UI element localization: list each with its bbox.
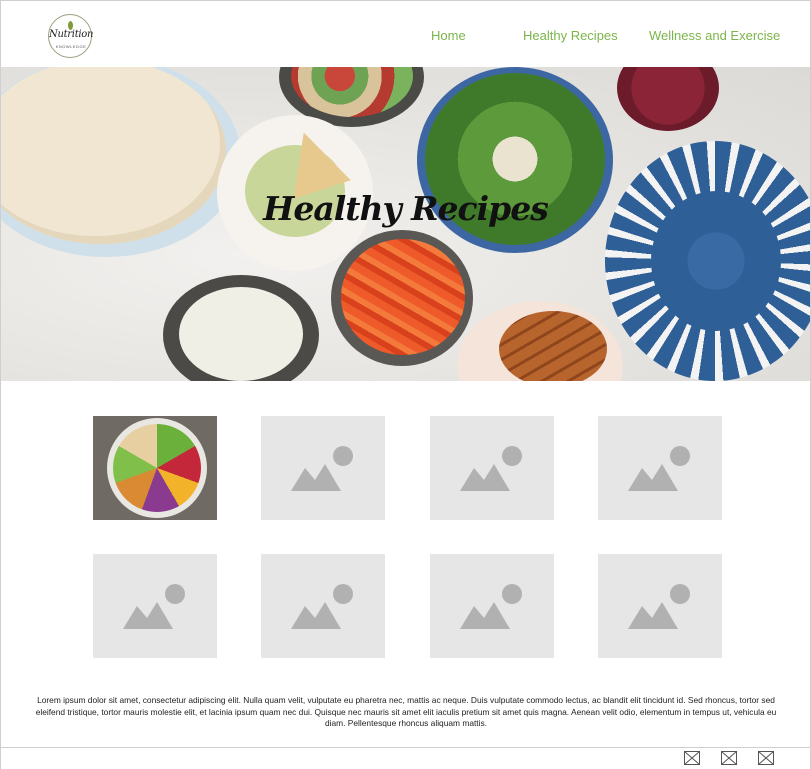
nav-healthy-recipes[interactable]: Healthy Recipes xyxy=(523,28,618,43)
hero-banner: Healthy Recipes xyxy=(1,67,810,381)
image-placeholder-icon xyxy=(291,446,353,491)
recipe-thumbnail-placeholder[interactable] xyxy=(598,554,722,658)
recipe-thumbnail-placeholder[interactable] xyxy=(93,554,217,658)
image-placeholder-icon xyxy=(123,584,185,629)
site-header: Nutrition KNOWLEDGE Home Healthy Recipes… xyxy=(1,1,810,67)
logo-text: Nutrition xyxy=(49,29,94,40)
image-placeholder-icon xyxy=(460,584,522,629)
nav-home[interactable]: Home xyxy=(431,28,466,43)
recipe-thumbnail-placeholder[interactable] xyxy=(430,416,554,520)
placeholder-x-icon[interactable] xyxy=(684,751,700,765)
recipe-thumbnail[interactable] xyxy=(93,416,217,520)
placeholder-x-icon[interactable] xyxy=(721,751,737,765)
recipe-thumbnail-placeholder[interactable] xyxy=(261,554,385,658)
carrots xyxy=(341,239,465,355)
recipe-thumbnail-placeholder[interactable] xyxy=(261,416,385,520)
recipe-thumbnail-placeholder[interactable] xyxy=(430,554,554,658)
image-placeholder-icon xyxy=(460,446,522,491)
hero-title: Healthy Recipes xyxy=(263,189,549,228)
logo[interactable]: Nutrition KNOWLEDGE xyxy=(48,14,94,58)
image-placeholder-icon xyxy=(628,446,690,491)
image-placeholder-icon xyxy=(291,584,353,629)
image-placeholder-icon xyxy=(628,584,690,629)
logo-subtext: KNOWLEDGE xyxy=(55,44,87,49)
nav-wellness-and-exercise[interactable]: Wellness and Exercise xyxy=(649,28,780,43)
placeholder-x-icon[interactable] xyxy=(758,751,774,765)
food-bowl-image xyxy=(93,416,217,520)
dip xyxy=(179,287,303,381)
chicken xyxy=(499,311,607,381)
body-text: Lorem ipsum dolor sit amet, consectetur … xyxy=(35,695,777,728)
recipe-thumbnail-placeholder[interactable] xyxy=(598,416,722,520)
page: Nutrition KNOWLEDGE Home Healthy Recipes… xyxy=(0,0,811,769)
drink-glass xyxy=(617,67,719,131)
footer-bar xyxy=(1,747,810,769)
